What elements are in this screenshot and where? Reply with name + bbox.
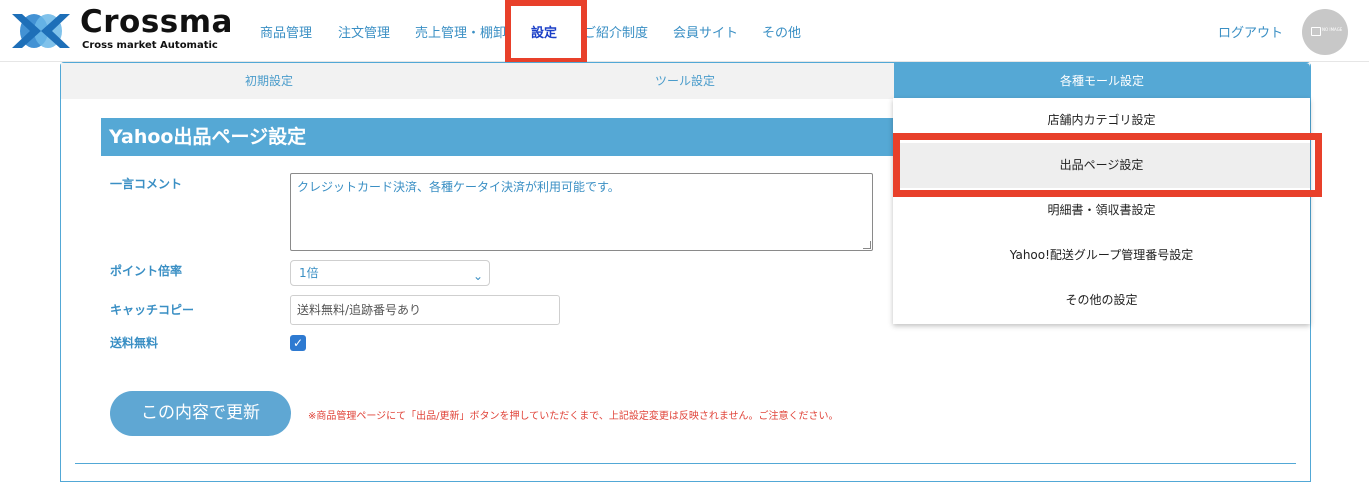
listing-page-highlight-box [893, 133, 1322, 197]
nav-item-products[interactable]: 商品管理 [260, 22, 312, 41]
page-title: Yahoo出品ページ設定 [101, 118, 921, 156]
catch-copy-label: キャッチコピー [110, 303, 195, 317]
chevron-down-icon: ⌄ [472, 269, 483, 283]
crossma-logo[interactable]: Crossma Cross market Automatic [10, 4, 240, 54]
nav-item-member-site[interactable]: 会員サイト [673, 22, 738, 41]
update-button[interactable]: この内容で更新 [110, 391, 291, 436]
section-divider [75, 463, 1296, 464]
top-navigation-bar: Crossma Cross market Automatic 商品管理 注文管理… [0, 0, 1369, 64]
nav-item-sales[interactable]: 売上管理・棚卸 [415, 22, 506, 41]
nav-item-orders[interactable]: 注文管理 [338, 22, 390, 41]
mall-settings-dropdown: 店舗内カテゴリ設定 出品ページ設定 明細書・領収書設定 Yahoo!配送グループ… [893, 98, 1310, 324]
tab-initial-settings[interactable]: 初期設定 [61, 63, 477, 99]
avatar[interactable]: NO IMAGE [1302, 9, 1348, 55]
avatar-placeholder-text: NO IMAGE [1322, 27, 1343, 32]
settings-tabs: 初期設定 ツール設定 各種モール設定 [61, 63, 1310, 99]
image-placeholder-icon [1311, 27, 1321, 36]
catch-copy-input[interactable]: 送料無料/追跡番号あり [290, 295, 560, 325]
checkmark-icon: ✓ [292, 336, 304, 350]
logo-wordmark: Crossma [80, 4, 233, 40]
tab-mall-settings[interactable]: 各種モール設定 [894, 63, 1310, 99]
logout-link[interactable]: ログアウト [1218, 22, 1283, 41]
point-rate-label: ポイント倍率 [110, 264, 183, 278]
menu-item-other-settings[interactable]: その他の設定 [893, 278, 1310, 323]
comment-textarea[interactable]: クレジットカード決済、各種ケータイ決済が利用可能です。 [290, 173, 873, 251]
point-rate-select[interactable]: 1倍 ⌄ [290, 260, 490, 286]
update-notice: ※商品管理ページにて「出品/更新」ボタンを押していただくまで、上記設定変更は反映… [308, 411, 839, 422]
resize-handle-icon[interactable] [863, 241, 871, 249]
crossma-logo-icon [12, 14, 70, 48]
comment-text: クレジットカード決済、各種ケータイ決済が利用可能です。 [297, 180, 620, 194]
menu-item-yahoo-shipping-group[interactable]: Yahoo!配送グループ管理番号設定 [893, 233, 1310, 278]
nav-item-other[interactable]: その他 [762, 22, 801, 41]
nav-item-referral[interactable]: ご紹介制度 [583, 22, 648, 41]
comment-label: 一言コメント [110, 177, 183, 191]
tab-tool-settings[interactable]: ツール設定 [477, 63, 893, 99]
free-shipping-checkbox[interactable]: ✓ [290, 335, 306, 351]
point-rate-value: 1倍 [299, 266, 319, 280]
logo-subtitle: Cross market Automatic [82, 40, 218, 51]
free-shipping-label: 送料無料 [110, 336, 159, 350]
settings-highlight-box [505, 0, 587, 64]
